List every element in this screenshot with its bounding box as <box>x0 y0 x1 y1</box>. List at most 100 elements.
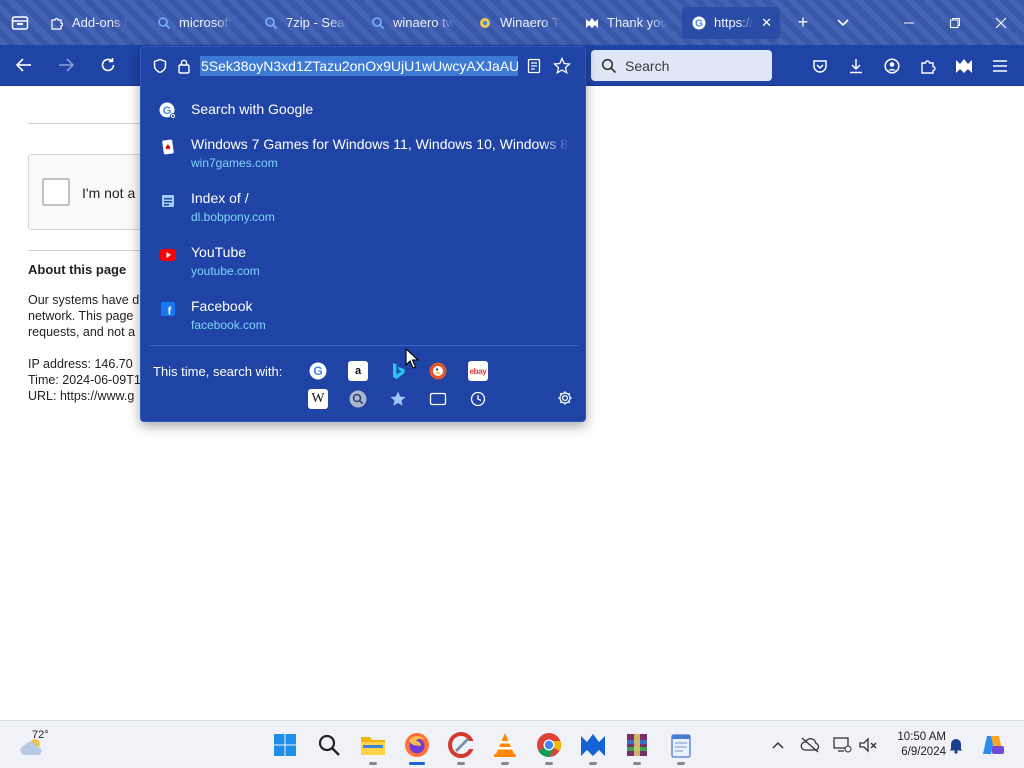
gear-icon <box>558 391 572 405</box>
tracking-protection-shield-icon[interactable] <box>149 55 171 77</box>
hamburger-menu-icon <box>993 59 1007 72</box>
close-window-button[interactable] <box>978 0 1024 45</box>
result-facebook[interactable]: f Facebook facebook.com <box>141 291 587 345</box>
start-button[interactable] <box>265 725 305 765</box>
network-tray-icon[interactable] <box>830 733 854 757</box>
duckduckgo-icon <box>429 362 447 380</box>
weather-widget[interactable]: 72° <box>18 727 58 763</box>
tab-close-icon[interactable]: ✕ <box>761 15 772 31</box>
result-youtube[interactable]: YouTube youtube.com <box>141 237 587 291</box>
taskbar-file-explorer[interactable] <box>353 725 393 765</box>
page-divider <box>28 250 140 251</box>
page-text-line: IP address: 146.70 <box>28 357 133 371</box>
svg-text:f: f <box>168 306 172 317</box>
tab-addons[interactable]: Add-ons f <box>40 7 144 39</box>
urlbar[interactable]: 5Sek38oyN3xd1ZTazu2onOx9UjU1wUwcyAXJaAUM <box>141 47 587 85</box>
taskbar-winrar[interactable] <box>617 725 657 765</box>
tab-winaero-tweaker[interactable]: winaero tw <box>361 7 465 39</box>
speaker-muted-icon <box>859 737 877 753</box>
search-icon <box>371 16 385 30</box>
tabs-search-button[interactable] <box>428 389 448 409</box>
account-button[interactable] <box>874 48 910 84</box>
notifications-button[interactable] <box>944 733 968 757</box>
clock-date: 6/9/2024 <box>901 746 946 758</box>
wikipedia-engine-button[interactable]: W <box>308 389 328 409</box>
winaero-icon <box>478 16 492 30</box>
taskbar-clock[interactable]: 10:50 AM 6/9/2024 <box>884 730 946 760</box>
malwarebytes-extension-button[interactable] <box>946 48 982 84</box>
taskbar-chrome[interactable] <box>529 725 569 765</box>
malwarebytes-icon <box>581 734 605 756</box>
pocket-button[interactable] <box>802 48 838 84</box>
downloads-button[interactable] <box>838 48 874 84</box>
taskbar-malwarebytes[interactable] <box>573 725 613 765</box>
firefox-view-button[interactable] <box>0 0 40 45</box>
taskbar-ccleaner[interactable] <box>441 725 481 765</box>
search-placeholder: Search <box>625 57 670 74</box>
svg-text:G: G <box>163 105 172 117</box>
bookmark-star-icon[interactable] <box>550 54 574 78</box>
url-input-text[interactable]: 5Sek38oyN3xd1ZTazu2onOx9UjU1wUwcyAXJaAUM <box>200 56 518 76</box>
taskbar-firefox[interactable] <box>397 725 437 765</box>
restore-button[interactable] <box>932 0 978 45</box>
malwarebytes-icon <box>956 58 972 73</box>
volume-tray-icon[interactable] <box>856 733 880 757</box>
tab-microsoft[interactable]: microsoft <box>147 7 251 39</box>
ebay-icon: ebay <box>469 366 487 376</box>
forward-button[interactable] <box>48 47 84 83</box>
tab-thank-you[interactable]: Thank you <box>575 7 679 39</box>
google-engine-button[interactable]: G <box>308 361 328 381</box>
running-indicator <box>457 762 465 765</box>
bookmarks-search-button[interactable] <box>388 389 408 409</box>
close-icon <box>995 17 1007 28</box>
result-title: Windows 7 Games for Windows 11, Windows … <box>191 136 571 152</box>
reload-button[interactable] <box>90 47 126 83</box>
tabs-icon <box>429 392 447 406</box>
back-button[interactable] <box>6 47 42 83</box>
extensions-button[interactable] <box>910 48 946 84</box>
app-menu-button[interactable] <box>982 48 1018 84</box>
search-settings-button[interactable] <box>555 388 575 408</box>
tab-7zip[interactable]: 7zip - Sear <box>254 7 358 39</box>
folder-page-icon <box>159 192 177 210</box>
list-all-tabs-button[interactable] <box>823 0 863 45</box>
google-icon: G <box>309 362 327 380</box>
duckduckgo-engine-button[interactable] <box>428 361 448 381</box>
tab-active-google[interactable]: G https:// ✕ <box>682 6 780 39</box>
puzzle-icon <box>921 59 936 74</box>
toolbar-right-actions <box>802 45 1018 86</box>
recaptcha-checkbox[interactable] <box>42 178 70 206</box>
bookmarks-icon <box>390 391 406 406</box>
history-search-engine-button[interactable] <box>348 389 368 409</box>
search-icon <box>157 16 171 30</box>
mouse-cursor-icon <box>405 348 419 369</box>
minimize-button[interactable] <box>886 0 932 45</box>
recaptcha-label: I'm not a <box>82 185 136 201</box>
page-divider <box>28 123 140 124</box>
page-text-line: network. This page <box>28 309 134 323</box>
search-icon <box>318 734 340 756</box>
search-bar[interactable]: Search <box>591 50 772 81</box>
google-icon: G <box>692 16 706 30</box>
running-indicator <box>633 762 641 765</box>
tab-label: Thank you <box>607 15 668 30</box>
taskbar-notepad[interactable] <box>661 725 701 765</box>
amazon-engine-button[interactable]: a <box>348 361 368 381</box>
file-explorer-icon <box>361 737 385 755</box>
copilot-button[interactable] <box>980 733 1006 757</box>
account-icon <box>884 57 900 74</box>
reader-view-icon[interactable] <box>522 54 546 78</box>
history-button[interactable] <box>468 389 488 409</box>
new-tab-button[interactable]: + <box>783 0 823 45</box>
result-win7games[interactable]: ♠ Windows 7 Games for Windows 11, Window… <box>141 129 587 183</box>
tab-winaero[interactable]: Winaero T <box>468 7 572 39</box>
bell-icon <box>949 739 963 754</box>
taskbar-search-button[interactable] <box>309 725 349 765</box>
show-hidden-icons-button[interactable] <box>766 733 790 757</box>
result-index-of[interactable]: Index of / dl.bobpony.com <box>141 183 587 237</box>
onedrive-tray-icon[interactable] <box>798 733 822 757</box>
result-search-with-google[interactable]: G Search with Google <box>141 93 587 129</box>
taskbar-vlc[interactable] <box>485 725 525 765</box>
ebay-engine-button[interactable]: ebay <box>468 361 488 381</box>
lock-icon[interactable] <box>173 55 195 77</box>
